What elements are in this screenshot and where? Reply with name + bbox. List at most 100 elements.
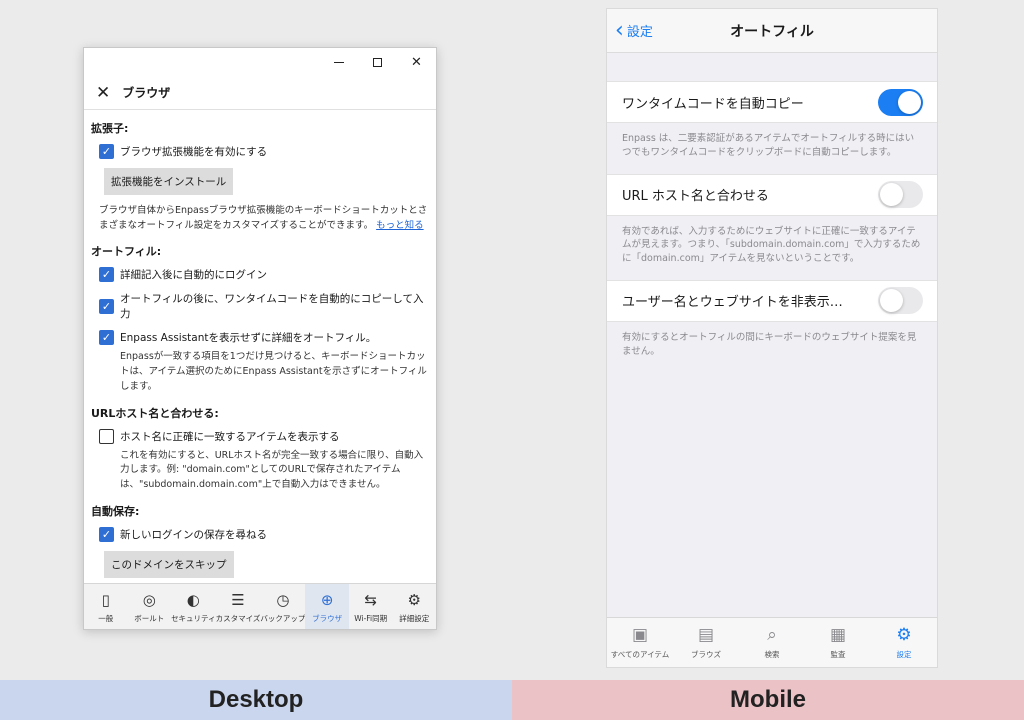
chevron-left-icon: ‹: [615, 17, 624, 43]
exact-host-match-description: これを有効にすると、URLホスト名が完全一致する場合に限り、自動入力します。例:…: [120, 449, 424, 491]
tab-search[interactable]: ⌕ 検索: [739, 618, 805, 667]
sync-icon: ⇆: [364, 590, 377, 609]
tab-label: ブラウズ: [691, 650, 721, 659]
exact-host-match-label: ホスト名に正確に一致するアイテムを表示する: [120, 430, 340, 443]
checkbox-checked-icon[interactable]: ✓: [99, 330, 114, 346]
settings-header: ✕ ブラウザ: [84, 76, 436, 110]
ask-save-login-row[interactable]: ✓ 新しいログインの保存を尋ねる: [99, 526, 428, 542]
checkbox-checked-icon[interactable]: ✓: [99, 267, 114, 283]
mobile-screen: ‹ 設定 オートフィル ワンタイムコードを自動コピー Enpass は、二要素認…: [606, 8, 938, 668]
hide-suggestions-cell: ユーザー名とウェブサイトを非表示…: [607, 279, 937, 322]
url-host-match-toggle[interactable]: [878, 181, 923, 209]
url-host-match-footer: 有効であれば、入力するためにウェブサイトに正確に一致するアイテムが見えます。つま…: [622, 225, 921, 265]
auto-login-row[interactable]: ✓ 詳細記入後に自動的にログイン: [99, 267, 428, 283]
gear-icon: ⚙: [407, 590, 421, 609]
skip-domain-button[interactable]: このドメインをスキップ: [104, 550, 234, 578]
tab-label: 詳細設定: [399, 613, 430, 623]
auto-copy-otp-footer: Enpass は、二要素認証があるアイテムでオートフィルする時にはいつでもワンタ…: [622, 133, 915, 158]
close-icon[interactable]: ✕: [96, 83, 110, 103]
tab-audit[interactable]: ▦ 監査: [805, 618, 871, 667]
tab-label: セキュリティ: [171, 613, 216, 623]
ask-save-login-label: 新しいログインの保存を尋ねる: [120, 528, 267, 541]
tab-label: バックアップ: [260, 613, 306, 623]
window-titlebar: ✕: [84, 48, 436, 76]
enable-extension-row[interactable]: ✓ ブラウザ拡張機能を有効にする: [99, 144, 428, 159]
checkbox-checked-icon[interactable]: ✓: [99, 298, 114, 314]
tab-label: ブラウザ: [312, 613, 343, 623]
tab-general[interactable]: ▯ 一般: [84, 584, 128, 629]
hide-suggestions-label: ユーザー名とウェブサイトを非表示…: [622, 295, 843, 311]
shield-icon: ◐: [186, 590, 200, 609]
tab-label: ボールト: [134, 613, 165, 623]
mobile-tab-bar: ▣ すべてのアイテム ▤ ブラウズ ⌕ 検索 ▦ 監査 ⚙ 設定: [607, 617, 937, 667]
auto-copy-otp-label: ワンタイムコードを自動コピー: [622, 96, 804, 112]
tab-label: 設定: [896, 650, 912, 659]
sliders-icon: ☰: [231, 590, 245, 609]
checkbox-checked-icon[interactable]: ✓: [99, 526, 114, 542]
learn-more-link[interactable]: もっと知る: [376, 220, 424, 231]
tab-label: カスタマイズ: [215, 613, 261, 623]
phone-icon: ▯: [101, 590, 110, 609]
exact-host-match-row[interactable]: ホスト名に正確に一致するアイテムを表示する: [99, 428, 428, 444]
url-host-match-label: URL ホスト名と合わせる: [622, 189, 769, 205]
section-heading-autofill: オートフィル:: [91, 245, 162, 259]
checkbox-checked-icon[interactable]: ✓: [99, 144, 114, 159]
enable-extension-label: ブラウザ拡張機能を有効にする: [120, 146, 268, 158]
mobile-page-title: オートフィル: [730, 23, 814, 40]
section-heading-extensions: 拡張子:: [91, 122, 129, 135]
tab-backup[interactable]: ◷ バックアップ: [260, 584, 305, 629]
section-heading-autosave: 自動保存:: [91, 504, 140, 518]
tab-browser[interactable]: ⊕ ブラウザ: [305, 584, 349, 629]
vault-icon: ◎: [142, 590, 156, 609]
extension-description: ブラウザ自体からEnpassブラウザ拡張機能のキーボードショートカットとさまざま…: [99, 204, 428, 233]
tab-label: Wi-Fi同期: [354, 613, 388, 623]
tab-security[interactable]: ◐ セキュリティ: [171, 584, 216, 629]
auto-login-label: 詳細記入後に自動的にログイン: [120, 269, 267, 282]
back-button[interactable]: ‹ 設定: [615, 17, 653, 43]
tab-label: 検索: [764, 650, 780, 659]
window-close-button[interactable]: ✕: [397, 48, 436, 76]
checkbox-unchecked-icon[interactable]: [99, 428, 114, 444]
auto-copy-otp-row[interactable]: ✓ オートフィルの後に、ワンタイムコードを自動的にコピーして入力: [99, 291, 428, 321]
audit-icon: ▦: [829, 625, 847, 645]
section-heading-url-match: URLホスト名と合わせる:: [91, 406, 219, 420]
autofill-without-assistant-label: Enpass Assistantを表示せずに詳細をオートフィル。: [120, 332, 377, 345]
desktop-window: ✕ ✕ ブラウザ 拡張子: ✓ ブラウザ拡張機能を有効にする 拡張機能をインスト…: [83, 47, 437, 630]
minimize-icon: [333, 61, 344, 63]
minimize-button[interactable]: [319, 48, 358, 76]
tab-vault[interactable]: ◎ ボールト: [128, 584, 172, 629]
auto-copy-otp-cell: ワンタイムコードを自動コピー: [607, 81, 937, 123]
backup-clock-icon: ◷: [276, 590, 290, 609]
install-extension-button[interactable]: 拡張機能をインストール: [104, 168, 234, 195]
toggle-knob: [898, 90, 921, 114]
autofill-without-assistant-description: Enpassが一致する項目を1つだけ見つけると、キーボードショートカットは、アイ…: [120, 351, 427, 392]
tab-all-items[interactable]: ▣ すべてのアイテム: [607, 618, 673, 667]
desktop-banner: Desktop: [0, 680, 512, 720]
tab-label: 一般: [98, 613, 114, 623]
tab-settings[interactable]: ⚙ 設定: [871, 618, 937, 667]
mobile-nav-bar: ‹ 設定 オートフィル: [607, 9, 937, 53]
tab-wifi-sync[interactable]: ⇆ Wi-Fi同期: [349, 584, 393, 629]
tab-label: すべてのアイテム: [610, 650, 670, 659]
maximize-button[interactable]: [358, 48, 397, 76]
settings-content: 拡張子: ✓ ブラウザ拡張機能を有効にする 拡張機能をインストール ブラウザ自体…: [84, 110, 436, 585]
hide-suggestions-toggle[interactable]: [878, 287, 923, 315]
toggle-knob: [880, 183, 903, 207]
globe-icon: ⊕: [320, 590, 334, 609]
auto-copy-otp-toggle[interactable]: [878, 88, 923, 116]
tab-label: 監査: [830, 650, 846, 659]
search-icon: ⌕: [767, 625, 777, 645]
mobile-banner: Mobile: [512, 680, 1024, 720]
tab-browse[interactable]: ▤ ブラウズ: [673, 618, 739, 667]
folder-icon: ▤: [697, 625, 715, 645]
toggle-knob: [880, 289, 903, 313]
tab-customize[interactable]: ☰ カスタマイズ: [216, 584, 261, 629]
auto-copy-otp-label: オートフィルの後に、ワンタイムコードを自動的にコピーして入力: [120, 293, 424, 321]
autofill-without-assistant-row[interactable]: ✓ Enpass Assistantを表示せずに詳細をオートフィル。: [99, 330, 428, 346]
tab-advanced[interactable]: ⚙ 詳細設定: [392, 584, 436, 629]
desktop-tab-bar: ▯ 一般 ◎ ボールト ◐ セキュリティ ☰ カスタマイズ ◷ バックアップ ⊕ ブラウザ …: [84, 583, 436, 629]
maximize-icon: [373, 57, 382, 67]
vault-icon: ▣: [631, 625, 649, 645]
back-label: 設定: [626, 25, 653, 40]
